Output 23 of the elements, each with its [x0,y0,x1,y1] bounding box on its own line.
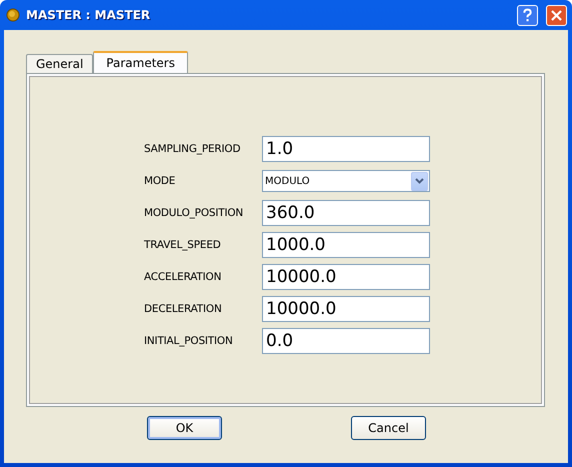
field-label: TRAVEL_SPEED [144,239,222,251]
field-label: SAMPLING_PERIOD [144,143,242,155]
dropdown-value: MODULO [265,176,310,186]
input-field[interactable]: 0.0 [262,328,430,354]
input-field[interactable]: 10000.0 [262,264,430,290]
field-label: DECELERATION [144,303,223,315]
app-icon [6,8,20,22]
input-field[interactable]: 1000.0 [262,232,430,258]
input-field[interactable]: 360.0 [262,200,430,226]
tab[interactable]: General [26,54,94,73]
tab[interactable]: Parameters [93,51,188,73]
close-button[interactable] [546,4,567,26]
help-button[interactable] [517,4,538,26]
field-label: MODULO_POSITION [144,207,244,219]
field-label: MODE [144,175,176,187]
field-label: ACCELERATION [144,271,222,283]
cancel-button[interactable]: Cancel [351,416,426,440]
ok-button[interactable]: OK [147,416,222,440]
input-field[interactable]: 1.0 [262,136,430,162]
input-field[interactable]: 10000.0 [262,296,430,322]
window-title: MASTER : MASTER [26,8,152,22]
mode-dropdown[interactable]: MODULO [262,170,430,192]
field-label: INITIAL_POSITION [144,335,234,347]
